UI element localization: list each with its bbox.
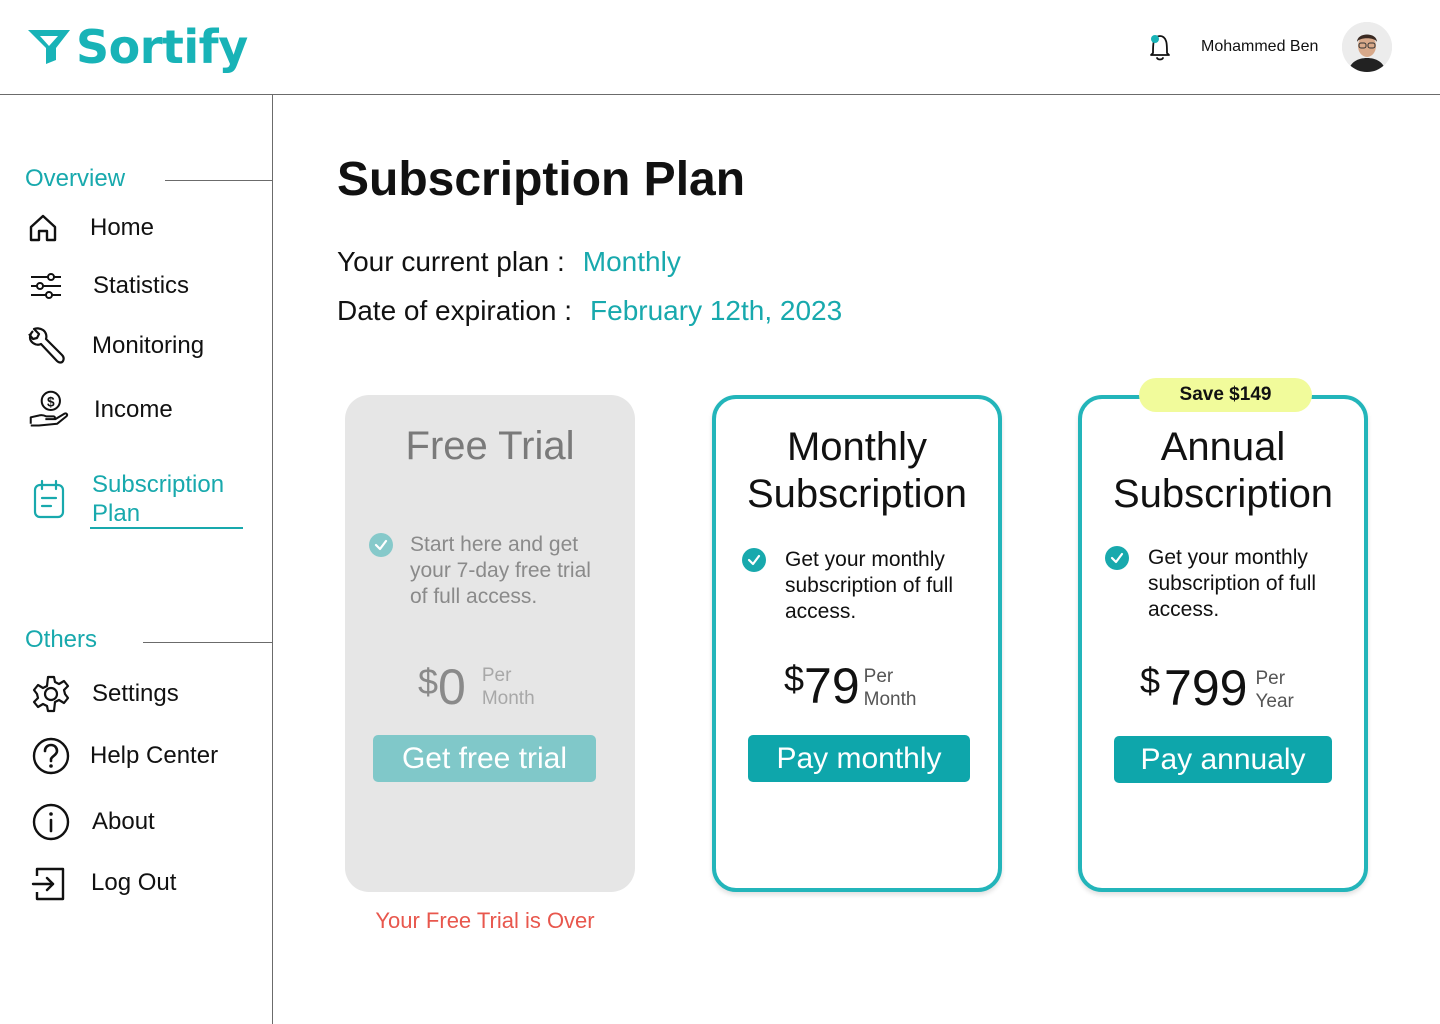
current-plan-label: Your current plan : — [337, 246, 565, 277]
price-period: Per Month — [482, 664, 535, 710]
home-icon — [22, 207, 64, 249]
current-plan-value: Monthly — [582, 246, 681, 277]
svg-text:$: $ — [47, 394, 55, 409]
sidebar-item-settings[interactable]: Settings — [30, 673, 179, 715]
price-amount: 799 — [1164, 660, 1248, 716]
price-period: Per Year — [1255, 667, 1293, 713]
sidebar-item-label: Log Out — [91, 869, 177, 896]
sidebar-item-label: Help Center — [90, 742, 219, 769]
expiration-value: February 12th, 2023 — [590, 295, 843, 326]
plan-title-line2: Subscription — [1112, 472, 1334, 516]
price-currency: $ — [784, 658, 805, 699]
sliders-icon — [25, 265, 67, 307]
savings-badge: Save $149 — [1139, 378, 1312, 412]
plan-price: $ 0 Per Month — [418, 660, 535, 714]
avatar-image — [1342, 22, 1392, 72]
plan-title: Annual Subscription — [1082, 424, 1364, 518]
wrench-icon — [25, 325, 67, 367]
sidebar-item-label: Settings — [92, 680, 179, 707]
price-amount: 79 — [804, 658, 860, 714]
check-circle-icon — [742, 548, 766, 572]
price-period-line2: Month — [481, 688, 535, 709]
logout-icon — [28, 862, 70, 904]
sidebar-item-about[interactable]: About — [30, 801, 155, 843]
gear-icon — [30, 673, 72, 715]
sidebar-item-label: Income — [94, 396, 173, 423]
plan-feature: Start here and get your 7-day free trial… — [368, 532, 608, 610]
price-period: Per Month — [864, 665, 917, 711]
sidebar-item-home[interactable]: Home — [22, 207, 154, 249]
check-circle-icon — [369, 533, 393, 557]
overview-divider — [165, 180, 273, 181]
sidebar-item-log-out[interactable]: Log Out — [28, 862, 176, 904]
sidebar-item-subscription-plan[interactable]: Subscription Plan — [28, 470, 252, 528]
check-circle-icon — [1105, 546, 1129, 570]
plan-price: $ 79 Per Month — [784, 658, 917, 714]
price-period-line1: Per — [481, 665, 512, 686]
sidebar-item-label: About — [92, 808, 155, 835]
sidebar-item-income[interactable]: $ Income — [28, 389, 173, 431]
feature-text: Get your monthly subscription of full ac… — [1148, 546, 1317, 621]
app-name: Sortify — [76, 20, 248, 74]
pay-monthly-button[interactable]: Pay monthly — [748, 735, 970, 782]
plan-feature: Get your monthly subscription of full ac… — [741, 547, 981, 625]
feature-text: Start here and get your 7-day free trial… — [410, 533, 591, 608]
active-item-underline — [90, 527, 243, 529]
info-icon — [30, 801, 72, 843]
price-period-line2: Year — [1255, 691, 1294, 712]
others-divider — [143, 642, 273, 643]
question-icon — [30, 735, 72, 777]
price-currency: $ — [418, 661, 439, 702]
trial-over-message: Your Free Trial is Over — [375, 908, 595, 933]
avatar[interactable] — [1342, 22, 1392, 72]
app-logo[interactable]: Sortify — [26, 20, 248, 74]
sidebar-item-label: Subscription Plan — [92, 471, 225, 527]
page-title: Subscription Plan — [337, 153, 746, 206]
user-name[interactable]: Mohammed Ben — [1201, 38, 1318, 56]
pay-annually-button[interactable]: Pay annualy — [1114, 736, 1332, 783]
expiration-label: Date of expiration : — [337, 295, 573, 326]
plan-price: $ 799 Per Year — [1140, 660, 1294, 716]
plan-card-monthly: Monthly Subscription Get your monthly su… — [712, 395, 1002, 892]
notification-bell-icon[interactable] — [1145, 31, 1175, 63]
price-amount: 0 — [438, 659, 466, 715]
hand-coin-icon: $ — [28, 389, 70, 431]
sidebar-item-label: Statistics — [93, 272, 190, 299]
price-period-line1: Per — [863, 666, 894, 687]
current-plan-row: Your current plan : Monthly — [337, 246, 681, 278]
sidebar-item-label: Monitoring — [92, 332, 205, 359]
feature-text: Get your monthly subscription of full ac… — [785, 548, 954, 623]
others-section-title: Others — [25, 626, 98, 653]
plan-card-free-trial: Free Trial Start here and get your 7-day… — [345, 395, 635, 892]
top-header: Sortify Mohammed Ben — [0, 0, 1440, 95]
sidebar-item-statistics[interactable]: Statistics — [25, 265, 189, 307]
plan-card-annual: Annual Subscription Get your monthly sub… — [1078, 395, 1368, 892]
expiration-row: Date of expiration : February 12th, 2023 — [337, 295, 842, 327]
notepad-icon — [28, 478, 70, 520]
plan-title-line1: Annual — [1160, 425, 1286, 469]
sidebar-item-label: Home — [90, 214, 155, 241]
sidebar-item-monitoring[interactable]: Monitoring — [25, 325, 204, 367]
price-currency: $ — [1140, 660, 1161, 701]
plan-title-line2: Subscription — [746, 472, 968, 516]
logo-funnel-icon — [28, 30, 70, 64]
plan-feature: Get your monthly subscription of full ac… — [1104, 545, 1344, 623]
price-period-line2: Month — [863, 689, 917, 710]
sidebar: Overview Home Statistics Monitoring $ In… — [0, 95, 273, 1024]
get-free-trial-button[interactable]: Get free trial — [373, 735, 596, 782]
overview-section-title: Overview — [25, 165, 126, 192]
plan-title-line1: Monthly — [786, 425, 928, 469]
sidebar-item-help-center[interactable]: Help Center — [30, 735, 218, 777]
plan-title: Monthly Subscription — [716, 424, 998, 518]
price-period-line1: Per — [1255, 668, 1286, 689]
plan-title: Free Trial — [405, 424, 575, 468]
